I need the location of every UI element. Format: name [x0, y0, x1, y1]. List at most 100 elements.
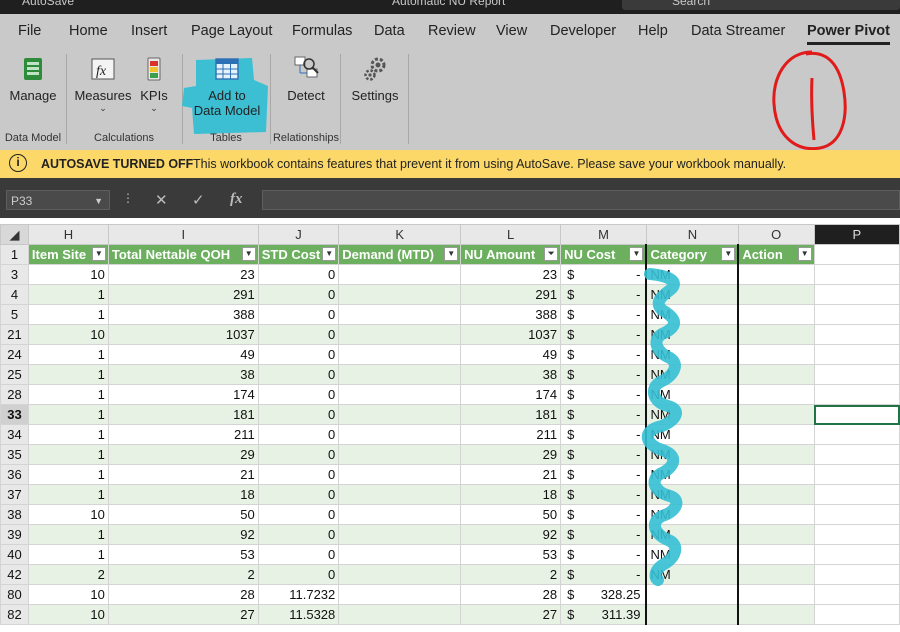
- cell-action[interactable]: [737, 324, 815, 345]
- cell-demand-mtd[interactable]: [338, 484, 462, 505]
- name-box[interactable]: P33 ▼: [6, 190, 110, 210]
- cell-p[interactable]: [813, 344, 900, 365]
- cell-nu-cost[interactable]: $ -: [560, 384, 647, 405]
- cell-std-cost[interactable]: 0: [257, 344, 340, 365]
- header-category[interactable]: Category ▼: [645, 244, 740, 265]
- header-std-cost[interactable]: STD Cost ▼: [257, 244, 340, 265]
- cell-demand-mtd[interactable]: [338, 564, 462, 585]
- cell-nu-cost[interactable]: $ -: [560, 504, 647, 525]
- cell-total-nettable-qoh[interactable]: 92: [107, 524, 259, 545]
- cell-item-site[interactable]: 10: [27, 264, 109, 285]
- tab-page-layout[interactable]: Page Layout: [191, 23, 272, 39]
- cell-item-site[interactable]: 10: [27, 604, 109, 625]
- cell-action[interactable]: [737, 304, 815, 325]
- cell-action[interactable]: [737, 464, 815, 485]
- filter-dropdown-icon[interactable]: ▼: [91, 247, 106, 261]
- cell-nu-amount[interactable]: 1037: [460, 324, 562, 345]
- cell-nu-amount[interactable]: 2: [460, 564, 562, 585]
- filter-dropdown-icon[interactable]: ▼: [241, 247, 256, 261]
- cell-std-cost[interactable]: 0: [257, 264, 340, 285]
- tab-insert[interactable]: Insert: [131, 23, 167, 39]
- cell-item-site[interactable]: 10: [27, 324, 109, 345]
- cell-item-site[interactable]: 10: [27, 584, 109, 605]
- cell-item-site[interactable]: 1: [27, 404, 109, 425]
- cell-nu-cost[interactable]: $311.39: [560, 604, 647, 625]
- cell-demand-mtd[interactable]: [338, 304, 462, 325]
- row-header[interactable]: 35: [0, 444, 29, 465]
- column-header-o[interactable]: O: [737, 224, 815, 245]
- cell-total-nettable-qoh[interactable]: 38: [107, 364, 259, 385]
- cell-action[interactable]: [737, 444, 815, 465]
- header-nu-cost[interactable]: NU Cost ▼: [560, 244, 647, 265]
- cell-std-cost[interactable]: 0: [257, 464, 340, 485]
- cell-nu-amount[interactable]: 27: [460, 604, 562, 625]
- header-total-nettable-qoh[interactable]: Total Nettable QOH ▼: [107, 244, 259, 265]
- active-cell-p33[interactable]: [813, 404, 900, 425]
- cell-demand-mtd[interactable]: [338, 344, 462, 365]
- tab-power-pivot[interactable]: Power Pivot: [807, 23, 890, 45]
- cell-std-cost[interactable]: 0: [257, 384, 340, 405]
- cell-total-nettable-qoh[interactable]: 174: [107, 384, 259, 405]
- cell-demand-mtd[interactable]: [338, 444, 462, 465]
- cell-action[interactable]: [737, 564, 815, 585]
- formula-input[interactable]: [262, 190, 900, 210]
- row-header[interactable]: 5: [0, 304, 29, 325]
- cell-item-site[interactable]: 1: [27, 524, 109, 545]
- cell-nu-cost[interactable]: $ -: [560, 284, 647, 305]
- tab-home[interactable]: Home: [69, 23, 108, 39]
- cell-nu-cost[interactable]: $ -: [560, 444, 647, 465]
- cell-total-nettable-qoh[interactable]: 291: [107, 284, 259, 305]
- cell-action[interactable]: [737, 424, 815, 445]
- cell-nu-cost[interactable]: $ -: [560, 304, 647, 325]
- cell-p[interactable]: [813, 544, 900, 565]
- filter-dropdown-icon[interactable]: ▼: [629, 247, 644, 261]
- column-header-k[interactable]: K: [338, 224, 462, 245]
- insert-function-icon[interactable]: fx: [230, 191, 243, 208]
- cell-demand-mtd[interactable]: [338, 364, 462, 385]
- header-demand-mtd[interactable]: Demand (MTD) ▼: [338, 244, 462, 265]
- row-header[interactable]: 40: [0, 544, 29, 565]
- cell-nu-cost[interactable]: $ -: [560, 544, 647, 565]
- cell-action[interactable]: [737, 544, 815, 565]
- cell-p[interactable]: [813, 604, 900, 625]
- cell-action[interactable]: [737, 524, 815, 545]
- cell-std-cost[interactable]: 0: [257, 304, 340, 325]
- cell-nu-amount[interactable]: 38: [460, 364, 562, 385]
- cell-nu-amount[interactable]: 23: [460, 264, 562, 285]
- select-all-corner[interactable]: ◢: [0, 224, 29, 245]
- column-header-n[interactable]: N: [645, 224, 739, 245]
- cell-nu-cost[interactable]: $ -: [560, 424, 647, 445]
- filter-active-icon[interactable]: ⏷: [544, 247, 559, 261]
- cell-p[interactable]: [813, 464, 900, 485]
- cell-p[interactable]: [813, 304, 900, 325]
- cell-nu-cost[interactable]: $ -: [560, 324, 647, 345]
- column-header-l[interactable]: L: [460, 224, 562, 245]
- cell-action[interactable]: [737, 604, 815, 625]
- column-header-p[interactable]: P: [813, 224, 900, 245]
- cell-nu-amount[interactable]: 50: [460, 504, 562, 525]
- cell-nu-amount[interactable]: 92: [460, 524, 562, 545]
- cell-p[interactable]: [813, 244, 900, 265]
- settings-button[interactable]: Settings: [348, 54, 402, 103]
- row-header[interactable]: 21: [0, 324, 29, 345]
- column-header-i[interactable]: I: [107, 224, 259, 245]
- cell-total-nettable-qoh[interactable]: 2: [107, 564, 259, 585]
- cell-item-site[interactable]: 1: [27, 284, 109, 305]
- cell-demand-mtd[interactable]: [338, 584, 462, 605]
- filter-dropdown-icon[interactable]: ▼: [797, 247, 812, 261]
- column-header-h[interactable]: H: [27, 224, 109, 245]
- cell-demand-mtd[interactable]: [338, 384, 462, 405]
- tab-review[interactable]: Review: [428, 23, 476, 39]
- cell-total-nettable-qoh[interactable]: 49: [107, 344, 259, 365]
- cell-total-nettable-qoh[interactable]: 29: [107, 444, 259, 465]
- cancel-icon[interactable]: ✕: [155, 191, 168, 209]
- cell-demand-mtd[interactable]: [338, 524, 462, 545]
- row-header[interactable]: 33: [0, 404, 29, 425]
- header-item-site[interactable]: Item Site ▼: [27, 244, 109, 265]
- cell-demand-mtd[interactable]: [338, 544, 462, 565]
- cell-nu-amount[interactable]: 174: [460, 384, 562, 405]
- cell-demand-mtd[interactable]: [338, 404, 462, 425]
- cell-item-site[interactable]: 1: [27, 544, 109, 565]
- cell-item-site[interactable]: 10: [27, 504, 109, 525]
- cell-item-site[interactable]: 2: [27, 564, 109, 585]
